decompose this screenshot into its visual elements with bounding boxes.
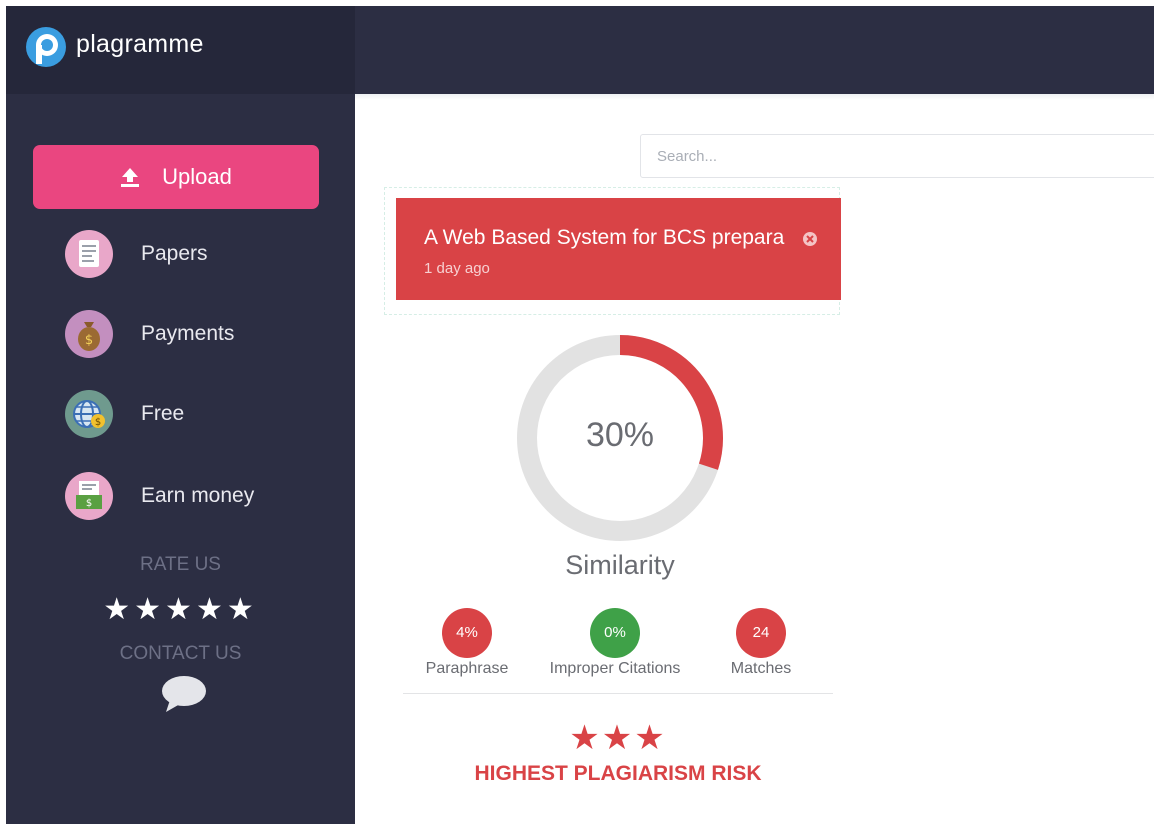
globe-dollar-icon: $ [65, 390, 113, 438]
metric-badge: 4% [442, 608, 492, 658]
sidebar-item-label: Free [141, 402, 185, 425]
contact-us-label: CONTACT US [119, 643, 242, 664]
star-icon[interactable]: ★ [227, 593, 258, 626]
svg-text:$: $ [85, 333, 93, 348]
star-icon[interactable]: ★ [134, 593, 165, 626]
sidebar-item-earn-money[interactable]: $ Earn money [65, 472, 325, 522]
sidebar: plagramme Upload Papers $ Payments $ Fre… [6, 6, 355, 824]
upload-icon [121, 168, 140, 187]
metric-label: Improper Citations [549, 660, 681, 677]
sidebar-item-label: Payments [141, 322, 235, 345]
rate-us-label: RATE US [140, 554, 221, 575]
star-icon: ★ [569, 719, 602, 757]
search-field[interactable] [640, 134, 1154, 178]
chat-bubble-icon[interactable] [160, 674, 208, 714]
star-icon: ★ [601, 719, 635, 757]
sidebar-item-label: Papers [141, 242, 208, 265]
cash-register-icon: $ [65, 472, 113, 520]
plagramme-logo-icon[interactable] [25, 26, 67, 68]
star-icon: ★ [634, 719, 667, 757]
upload-label: Upload [162, 164, 232, 189]
risk-stars: ★★★ [403, 718, 833, 758]
document-card[interactable]: A Web Based System for BCS prepara 1 day… [396, 198, 841, 300]
sidebar-item-papers[interactable]: Papers [65, 230, 325, 280]
brand-name[interactable]: plagramme [76, 30, 204, 59]
document-icon [65, 230, 113, 278]
sidebar-item-free[interactable]: $ Free [65, 390, 325, 440]
metric-badge: 0% [590, 608, 640, 658]
close-icon[interactable] [802, 231, 818, 247]
brand-header: plagramme [6, 6, 355, 94]
similarity-percent: 30% [585, 416, 655, 454]
app-frame: plagramme Upload Papers $ Payments $ Fre… [6, 6, 1154, 824]
star-icon[interactable]: ★ [165, 593, 196, 626]
upload-button[interactable]: Upload [33, 145, 319, 209]
top-bar-shadow [355, 94, 1154, 100]
metric-label: Paraphrase [425, 660, 509, 677]
metric-label: Matches [730, 660, 792, 677]
risk-level-label: HIGHEST PLAGIARISM RISK [474, 762, 762, 785]
star-icon[interactable]: ★ [196, 593, 227, 626]
search-input[interactable] [641, 135, 1154, 177]
document-timestamp: 1 day ago [424, 260, 490, 277]
sidebar-item-payments[interactable]: $ Payments [65, 310, 325, 360]
sidebar-item-label: Earn money [141, 484, 255, 507]
similarity-label: Similarity [565, 550, 675, 580]
svg-text:$: $ [86, 498, 92, 509]
document-title[interactable]: A Web Based System for BCS prepara [424, 226, 794, 250]
divider [403, 693, 833, 694]
star-icon[interactable]: ★ [103, 593, 134, 626]
svg-text:$: $ [95, 417, 101, 428]
top-bar [355, 6, 1154, 94]
money-bag-icon: $ [65, 310, 113, 358]
rating-stars[interactable]: ★★★★★ [6, 592, 355, 627]
metric-badge: 24 [736, 608, 786, 658]
